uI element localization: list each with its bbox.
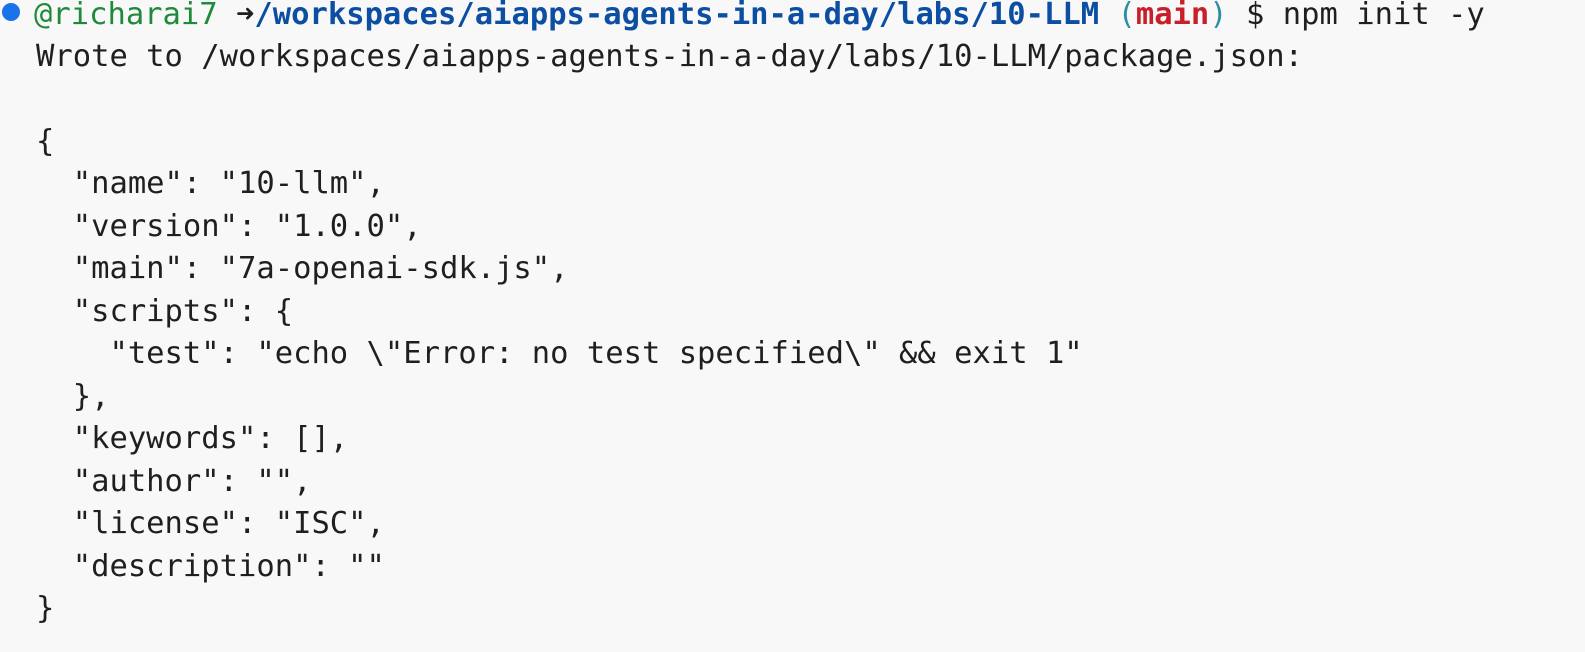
- prompt-command: npm init -y: [1282, 0, 1485, 32]
- output-line: "description": "": [36, 549, 385, 584]
- prompt-arrow-icon: ➜: [236, 0, 255, 32]
- output-line: }: [36, 591, 55, 626]
- output-line: "name": "10-llm",: [36, 166, 385, 201]
- prompt-line: @richarai7 ➜/workspaces/aiapps-agents-in…: [0, 0, 1485, 36]
- output-line: "license": "ISC",: [36, 506, 385, 541]
- prompt-paren-open: (: [1117, 0, 1136, 32]
- command-status-dot-icon[interactable]: [2, 2, 20, 21]
- output-line: "test": "echo \"Error: no test specified…: [36, 336, 1083, 371]
- prompt-cwd: /workspaces/aiapps-agents-in-a-day/labs/…: [254, 0, 1100, 32]
- terminal-panel[interactable]: @richarai7 ➜/workspaces/aiapps-agents-in…: [0, 0, 1585, 652]
- output-line: {: [36, 124, 55, 159]
- output-line: "author": "",: [36, 464, 312, 499]
- output-line: Wrote to /workspaces/aiapps-agents-in-a-…: [36, 39, 1304, 74]
- output-line: },: [36, 379, 110, 414]
- prompt-paren-close: ): [1209, 0, 1228, 32]
- prompt-symbol: $: [1246, 0, 1265, 32]
- output-line: "main": "7a-openai-sdk.js",: [36, 251, 569, 286]
- prompt-user: @richarai7: [34, 0, 218, 32]
- output-line: "scripts": {: [36, 294, 294, 329]
- prompt-git-branch: main: [1135, 0, 1210, 32]
- output-line: "keywords": [],: [36, 421, 349, 456]
- output-line: "version": "1.0.0",: [36, 209, 422, 244]
